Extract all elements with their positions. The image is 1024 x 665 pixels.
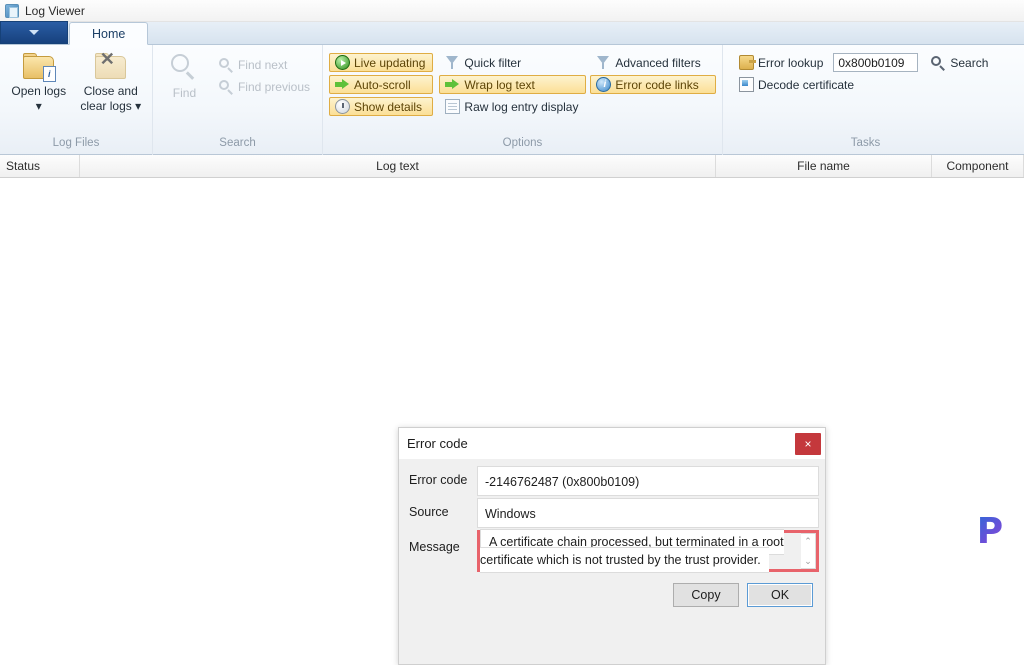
error-lookup-label: Error lookup [758, 55, 824, 70]
column-header-component[interactable]: Component [932, 155, 1024, 177]
show-details-toggle[interactable]: Show details [329, 97, 434, 116]
scroll-up-icon[interactable]: ⌃ [804, 534, 812, 548]
ribbon-group-search: Find Find next Find previous Search [152, 45, 322, 155]
document-icon [445, 99, 461, 114]
dialog-button-bar: Copy OK [405, 574, 819, 607]
green-arrow-icon [445, 77, 460, 92]
tab-home[interactable]: Home [69, 22, 149, 45]
find-button: Find [161, 49, 208, 101]
log-viewer-icon [5, 3, 19, 18]
find-previous-button: Find previous [212, 77, 316, 96]
error-code-links-label: Error code links [615, 77, 699, 92]
ribbon-tabstrip: Home [0, 21, 1024, 45]
magnifier-icon [169, 53, 199, 83]
field-row-error-code: Error code -2146762487 (0x800b0109) [405, 466, 819, 496]
search-icon [930, 55, 946, 71]
chevron-down-icon [29, 30, 39, 35]
close-folder-x-icon: ✕ [94, 50, 128, 81]
find-next-button: Find next [212, 55, 316, 74]
log-table-header: Status Log text File name Component [0, 155, 1024, 178]
show-details-label: Show details [354, 99, 423, 114]
quick-filter-button[interactable]: Quick filter [439, 53, 586, 72]
green-arrow-icon [335, 77, 350, 92]
error-code-field-value[interactable]: -2146762487 (0x800b0109) [477, 466, 819, 496]
play-circle-icon [335, 55, 350, 70]
certificate-icon [739, 77, 754, 92]
message-field-value[interactable]: A certificate chain processed, but termi… [480, 529, 784, 573]
close-icon[interactable]: × [795, 432, 821, 455]
column-header-status[interactable]: Status [0, 155, 80, 177]
ribbon-group-tasks-label: Tasks [850, 137, 881, 149]
copy-button[interactable]: Copy [673, 583, 739, 607]
window-title: Log Viewer [25, 3, 85, 18]
watermark-logo: P [970, 512, 1010, 552]
ribbon: i Open logs ▾ ✕ Close and clear logs ▾ L… [0, 45, 1024, 155]
raw-log-entry-display-button[interactable]: Raw log entry display [439, 97, 586, 116]
funnel-icon [445, 55, 460, 70]
ribbon-group-log-files: i Open logs ▾ ✕ Close and clear logs ▾ L… [0, 45, 152, 155]
window-titlebar: Log Viewer [0, 0, 1024, 22]
decode-certificate-label: Decode certificate [758, 77, 855, 92]
field-row-source: Source Windows [405, 498, 819, 528]
advanced-filters-label: Advanced filters [615, 55, 701, 70]
error-lookup-button[interactable]: Error lookup [733, 53, 829, 72]
ribbon-group-search-label: Search [219, 137, 256, 149]
wrap-log-text-label: Wrap log text [464, 77, 535, 92]
funnel-icon [596, 55, 611, 70]
column-header-file-name[interactable]: File name [716, 155, 932, 177]
error-code-input[interactable] [833, 53, 919, 72]
magnifier-small-icon [218, 57, 234, 73]
error-code-dialog: Error code × Error code -2146762487 (0x8… [398, 427, 826, 665]
key-icon [739, 55, 756, 70]
raw-log-entry-display-label: Raw log entry display [464, 99, 579, 114]
log-entries-area: Error code × Error code -2146762487 (0x8… [0, 178, 1024, 665]
message-field-label: Message [409, 540, 460, 554]
auto-scroll-toggle[interactable]: Auto-scroll [329, 75, 434, 94]
advanced-filters-button[interactable]: Advanced filters [590, 53, 716, 72]
clock-icon [335, 99, 350, 114]
info-circle-icon [596, 77, 612, 92]
dialog-body: Error code -2146762487 (0x800b0109) Sour… [399, 460, 825, 607]
field-row-message: Message A certificate chain processed, b… [405, 529, 819, 573]
find-previous-label: Find previous [237, 79, 310, 94]
dialog-title: Error code [407, 436, 468, 451]
ribbon-group-options-label: Options [502, 137, 543, 149]
ribbon-group-log-files-label: Log Files [52, 137, 100, 149]
open-logs-button[interactable]: i Open logs ▾ [10, 49, 68, 114]
ok-button[interactable]: OK [747, 583, 813, 607]
quick-filter-label: Quick filter [464, 55, 522, 70]
live-updating-toggle[interactable]: Live updating [329, 53, 434, 72]
tab-home-label: Home [92, 26, 126, 41]
column-header-log-text[interactable]: Log text [80, 155, 716, 177]
open-logs-label: Open logs ▾ [11, 84, 67, 113]
error-code-links-toggle[interactable]: Error code links [590, 75, 717, 94]
search-button[interactable]: Search [924, 53, 994, 72]
dialog-titlebar: Error code × [399, 428, 825, 460]
close-clear-logs-label: Close and clear logs ▾ [80, 84, 142, 113]
message-highlight-box: A certificate chain processed, but termi… [477, 529, 819, 573]
scroll-down-icon[interactable]: ⌄ [804, 554, 812, 568]
message-scrollbar[interactable]: ⌃ ⌄ [801, 533, 816, 569]
auto-scroll-label: Auto-scroll [354, 77, 411, 92]
error-code-field-label: Error code [409, 473, 468, 487]
close-clear-logs-button[interactable]: ✕ Close and clear logs ▾ [76, 49, 147, 114]
decode-certificate-button[interactable]: Decode certificate [733, 75, 1002, 94]
magnifier-small-icon [218, 79, 234, 95]
file-menu-button[interactable] [0, 21, 68, 44]
source-field-value[interactable]: Windows [477, 498, 819, 528]
ribbon-group-options: Live updating Auto-scroll Show details Q… [322, 45, 722, 155]
wrap-log-text-toggle[interactable]: Wrap log text [439, 75, 587, 94]
live-updating-label: Live updating [354, 55, 426, 70]
open-folder-info-icon: i [22, 53, 56, 82]
source-field-label: Source [409, 505, 449, 519]
find-label: Find [172, 86, 197, 100]
ribbon-group-tasks: Error lookup Search Decode certificate T… [722, 45, 1008, 155]
find-next-label: Find next [237, 57, 288, 72]
search-label: Search [950, 55, 989, 70]
